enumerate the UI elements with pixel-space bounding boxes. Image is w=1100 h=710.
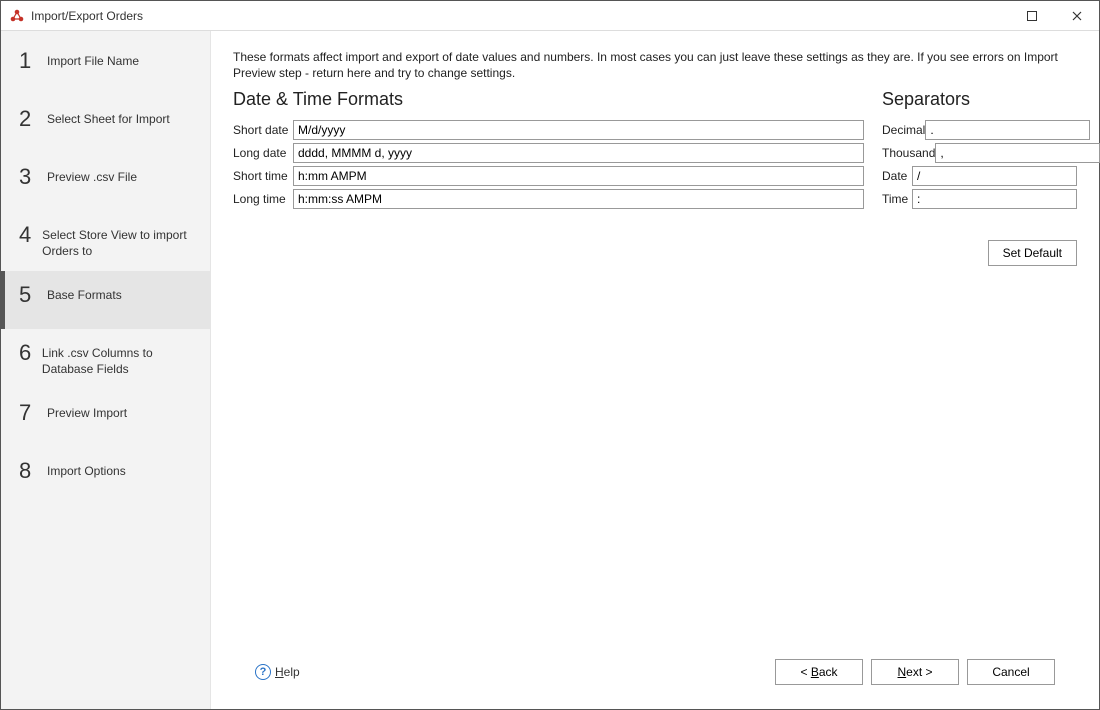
wizard-step-number: 7 [19,401,43,425]
datetime-formats-heading: Date & Time Formats [233,89,864,110]
long-time-input[interactable] [293,189,864,209]
window-close-button[interactable] [1054,1,1099,30]
wizard-body: 1 Import File Name 2 Select Sheet for Im… [1,31,1099,709]
short-date-row: Short date [233,120,864,140]
cancel-button[interactable]: Cancel [967,659,1055,685]
wizard-step-label: Link .csv Columns to Database Fields [42,341,200,377]
time-separator-input[interactable] [912,189,1077,209]
wizard-step-1[interactable]: 1 Import File Name [1,37,210,95]
wizard-step-label: Import Options [47,459,126,479]
window-maximize-button[interactable] [1009,1,1054,30]
wizard-step-number: 1 [19,49,43,73]
decimal-label: Decimal [882,123,925,137]
thousand-row: Thousand [882,143,1077,163]
wizard-step-label: Import File Name [47,49,139,69]
set-default-button[interactable]: Set Default [988,240,1077,266]
date-separator-row: Date [882,166,1077,186]
wizard-step-3[interactable]: 3 Preview .csv File [1,153,210,211]
wizard-content: These formats affect import and export o… [211,31,1099,709]
wizard-step-number: 2 [19,107,43,131]
window-title: Import/Export Orders [31,9,1009,23]
wizard-step-number: 8 [19,459,43,483]
help-link[interactable]: ? Help [255,664,300,680]
time-separator-label: Time [882,192,912,206]
wizard-step-label: Preview Import [47,401,127,421]
short-time-row: Short time [233,166,864,186]
wizard-step-8[interactable]: 8 Import Options [1,447,210,505]
thousand-label: Thousand [882,146,935,160]
wizard-step-6[interactable]: 6 Link .csv Columns to Database Fields [1,329,210,389]
wizard-step-number: 3 [19,165,43,189]
decimal-input[interactable] [925,120,1090,140]
wizard-step-label: Preview .csv File [47,165,137,185]
separators-section: Separators Decimal Thousand Date Ti [882,89,1077,212]
help-icon: ? [255,664,271,680]
back-button[interactable]: < Back [775,659,863,685]
long-date-label: Long date [233,146,293,160]
content-description: These formats affect import and export o… [233,49,1077,81]
thousand-input[interactable] [935,143,1100,163]
wizard-step-label: Base Formats [47,283,122,303]
wizard-step-4[interactable]: 4 Select Store View to import Orders to [1,211,210,271]
wizard-footer: ? Help < Back Next > Cancel [233,659,1077,699]
wizard-step-5[interactable]: 5 Base Formats [1,271,210,329]
separators-heading: Separators [882,89,1077,110]
date-separator-input[interactable] [912,166,1077,186]
short-time-input[interactable] [293,166,864,186]
long-date-row: Long date [233,143,864,163]
long-time-label: Long time [233,192,293,206]
wizard-steps-sidebar: 1 Import File Name 2 Select Sheet for Im… [1,31,211,709]
long-date-input[interactable] [293,143,864,163]
wizard-step-label: Select Sheet for Import [47,107,170,127]
import-export-wizard-window: Import/Export Orders 1 Import File Name … [0,0,1100,710]
date-separator-label: Date [882,169,912,183]
short-date-input[interactable] [293,120,864,140]
time-separator-row: Time [882,189,1077,209]
wizard-step-number: 5 [19,283,43,307]
app-icon [9,8,25,24]
decimal-row: Decimal [882,120,1077,140]
wizard-step-number: 4 [19,223,38,247]
next-button[interactable]: Next > [871,659,959,685]
short-date-label: Short date [233,123,293,137]
titlebar: Import/Export Orders [1,1,1099,31]
wizard-step-number: 6 [19,341,38,365]
wizard-step-2[interactable]: 2 Select Sheet for Import [1,95,210,153]
long-time-row: Long time [233,189,864,209]
wizard-step-label: Select Store View to import Orders to [42,223,200,259]
wizard-step-7[interactable]: 7 Preview Import [1,389,210,447]
set-default-wrap: Set Default [233,240,1077,266]
datetime-formats-section: Date & Time Formats Short date Long date… [233,89,864,212]
format-columns: Date & Time Formats Short date Long date… [233,89,1077,212]
short-time-label: Short time [233,169,293,183]
help-label: Help [275,665,300,679]
